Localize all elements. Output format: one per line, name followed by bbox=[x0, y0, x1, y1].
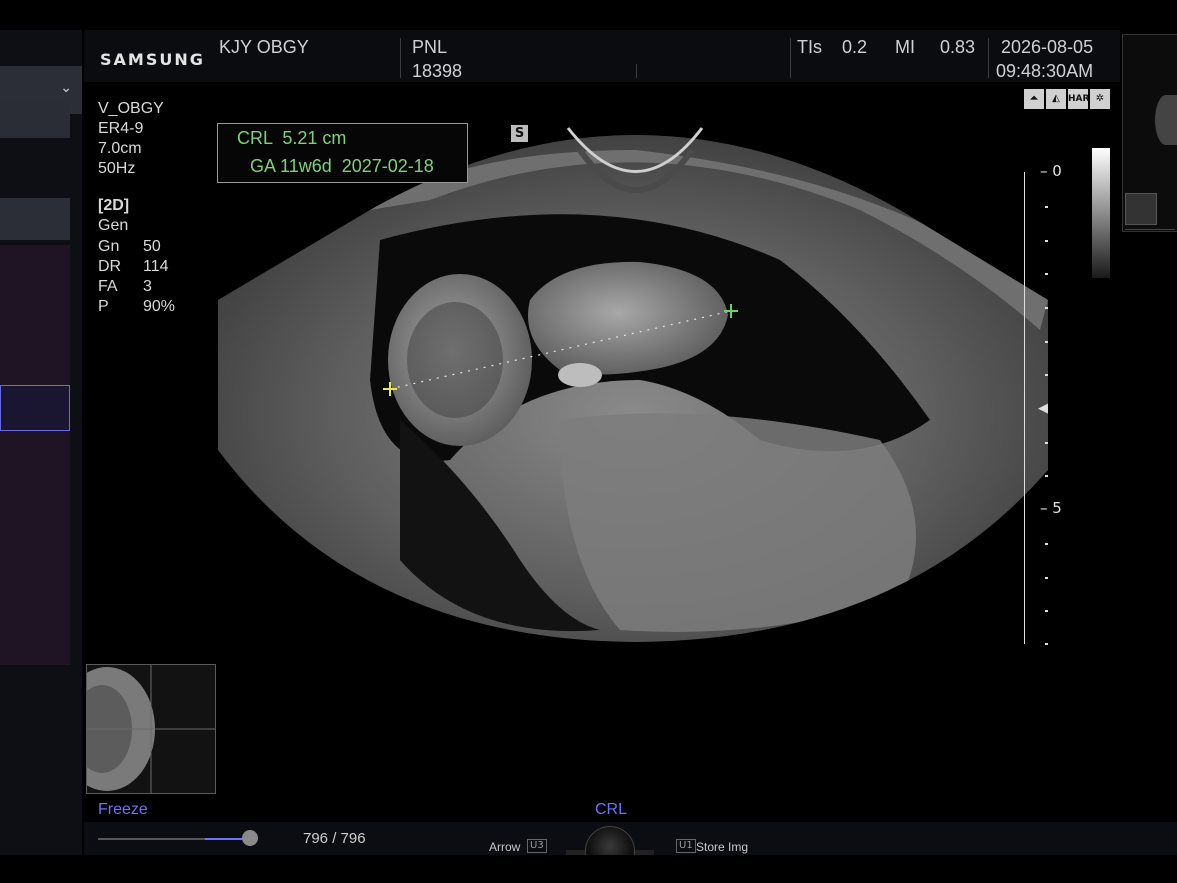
depth-scale-line bbox=[1024, 172, 1025, 644]
depth-tick bbox=[1045, 240, 1048, 242]
arrow-key-badge: U3 bbox=[527, 839, 547, 853]
depth-tick bbox=[1045, 442, 1048, 444]
param-label: FA bbox=[98, 278, 118, 295]
har-icon[interactable]: HAR bbox=[1068, 89, 1089, 109]
depth-tick bbox=[1045, 643, 1048, 645]
depth-tick bbox=[1045, 206, 1048, 208]
param-value: 3 bbox=[143, 278, 152, 295]
depth-tick bbox=[1045, 543, 1048, 545]
probe-icon[interactable]: ◭ bbox=[1046, 89, 1066, 109]
param-label: Gn bbox=[98, 238, 120, 255]
depth-tick bbox=[1045, 610, 1048, 612]
probe-name: ER4-9 bbox=[98, 120, 144, 137]
param-value: 90% bbox=[143, 298, 176, 315]
gestational-age: GA 11w6d 2027-02-18 bbox=[250, 156, 434, 176]
crl-measurement: CRL 5.21 cm bbox=[237, 128, 347, 148]
depth-value: 7.0cm bbox=[98, 140, 142, 157]
bottom-black-bar bbox=[0, 855, 1177, 883]
preset-name: V_OBGY bbox=[98, 100, 164, 117]
depth-scale-label: – 5 bbox=[1040, 499, 1062, 517]
frame-counter: 796 / 796 bbox=[303, 830, 366, 847]
depth-tick bbox=[1045, 273, 1048, 275]
mode-setting: Gen bbox=[98, 217, 129, 234]
param-label: P bbox=[98, 298, 109, 315]
arrow-button-label[interactable]: Arrow bbox=[489, 840, 520, 854]
film-reel-icon[interactable]: ✲ bbox=[1090, 89, 1110, 109]
focus-marker-icon[interactable]: ◀ bbox=[1038, 401, 1048, 416]
store-key-badge: U1 bbox=[676, 839, 696, 853]
cine-slider-handle[interactable] bbox=[242, 830, 258, 846]
imaging-mode: [2D] bbox=[98, 197, 130, 214]
frame-rate: 50Hz bbox=[98, 160, 136, 177]
depth-tick bbox=[1045, 475, 1048, 477]
depth-scale-label: – 0 bbox=[1040, 162, 1062, 180]
param-value: 114 bbox=[143, 258, 169, 275]
preview-thumbnail[interactable] bbox=[1122, 34, 1177, 232]
reference-thumbnail-image bbox=[59, 665, 215, 793]
param-label: DR bbox=[98, 258, 122, 275]
store-image-button-label[interactable]: Store Img bbox=[696, 840, 748, 854]
measurement-result-box: CRL 5.21 cm GA 11w6d 2027-02-18 bbox=[217, 123, 468, 183]
s-badge: S bbox=[511, 125, 528, 142]
flip-up-down-icon[interactable]: ⏶ bbox=[1024, 89, 1044, 109]
depth-tick bbox=[1045, 307, 1048, 309]
freeze-status[interactable]: Freeze bbox=[98, 801, 148, 819]
depth-tick bbox=[1045, 374, 1048, 376]
active-measurement-label: CRL bbox=[595, 801, 628, 818]
depth-tick bbox=[1045, 341, 1048, 343]
param-value: 50 bbox=[143, 238, 161, 255]
reference-thumbnail[interactable] bbox=[59, 664, 216, 794]
depth-tick bbox=[1045, 577, 1048, 579]
grayscale-bar bbox=[1092, 148, 1110, 278]
